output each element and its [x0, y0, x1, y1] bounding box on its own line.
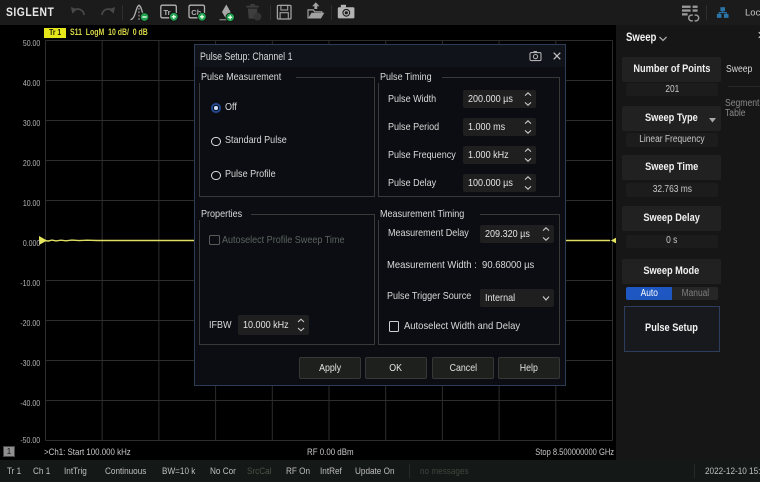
svg-text:Local: Local — [745, 8, 760, 19]
